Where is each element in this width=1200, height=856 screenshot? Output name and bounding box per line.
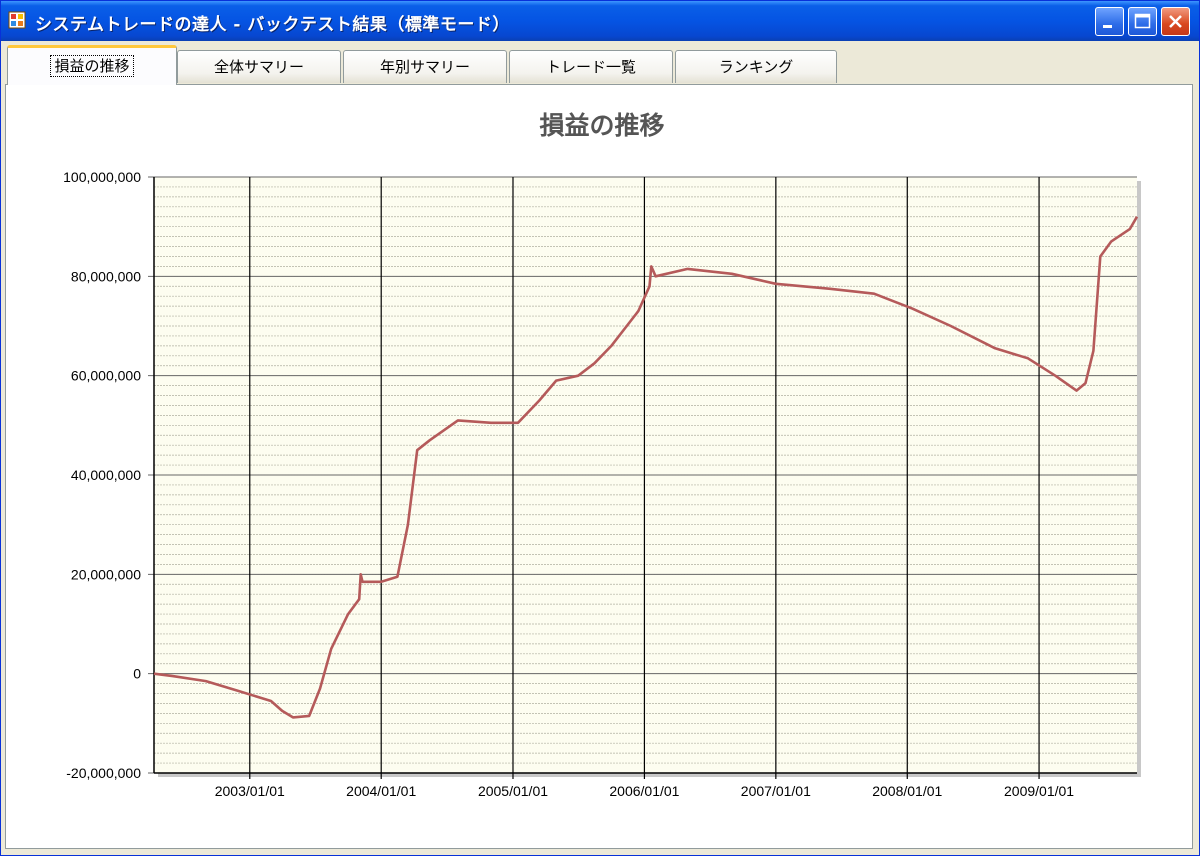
profit-chart: 100,000,000 80,000,000 60,000,000 40,000,00… (63, 111, 1141, 799)
y-tick-label: 80,000,000 (71, 268, 141, 284)
x-tick-label: 2007/01/01 (741, 783, 811, 799)
x-tick-label: 2006/01/01 (609, 783, 679, 799)
y-tick-label: 60,000,000 (71, 368, 141, 384)
x-tick-label: 2003/01/01 (215, 783, 285, 799)
tab-overall-summary[interactable]: 全体サマリー (177, 50, 341, 83)
x-tick-label: 2009/01/01 (1004, 783, 1074, 799)
app-icon (8, 11, 26, 29)
tab-label: トレード一覧 (545, 58, 636, 76)
tab-panel: 100,000,000 80,000,000 60,000,000 40,000,00… (5, 84, 1193, 849)
x-tick-label: 2008/01/01 (872, 783, 942, 799)
tab-strip: 損益の推移 全体サマリー 年別サマリー トレード一覧 ランキング (1, 41, 1199, 85)
tab-yearly-summary[interactable]: 年別サマリー (343, 50, 507, 83)
maximize-button[interactable] (1128, 7, 1157, 36)
window-title: システムトレードの達人 - バックテスト結果（標準モード） (35, 15, 510, 35)
y-tick-label: -20,000,000 (66, 765, 141, 781)
title-bar[interactable]: システムトレードの達人 - バックテスト結果（標準モード） (1, 1, 1199, 41)
close-icon (1169, 15, 1182, 28)
minimize-icon (1103, 25, 1112, 28)
tab-label: 損益の推移 (50, 55, 134, 77)
y-tick-label: 20,000,000 (71, 566, 141, 582)
tab-ranking[interactable]: ランキング (675, 50, 837, 83)
maximize-icon (1134, 13, 1151, 29)
tab-trade-list[interactable]: トレード一覧 (509, 50, 673, 83)
tab-label: 全体サマリー (213, 58, 304, 76)
x-tick-label: 2005/01/01 (478, 783, 548, 799)
y-tick-label: 40,000,000 (71, 467, 141, 483)
y-tick-label: 100,000,000 (63, 169, 141, 185)
tab-profit-trend[interactable]: 損益の推移 (7, 45, 177, 85)
tab-label: ランキング (718, 58, 794, 76)
application-window: システムトレードの達人 - バックテスト結果（標準モード） 損益の推移 全体サマ… (0, 0, 1200, 856)
y-tick-label: 0 (133, 666, 141, 682)
chart-title: 損益の推移 (539, 111, 664, 140)
close-button[interactable] (1161, 7, 1190, 36)
x-tick-label: 2004/01/01 (346, 783, 416, 799)
tab-label: 年別サマリー (379, 58, 470, 76)
minimize-button[interactable] (1095, 7, 1124, 36)
